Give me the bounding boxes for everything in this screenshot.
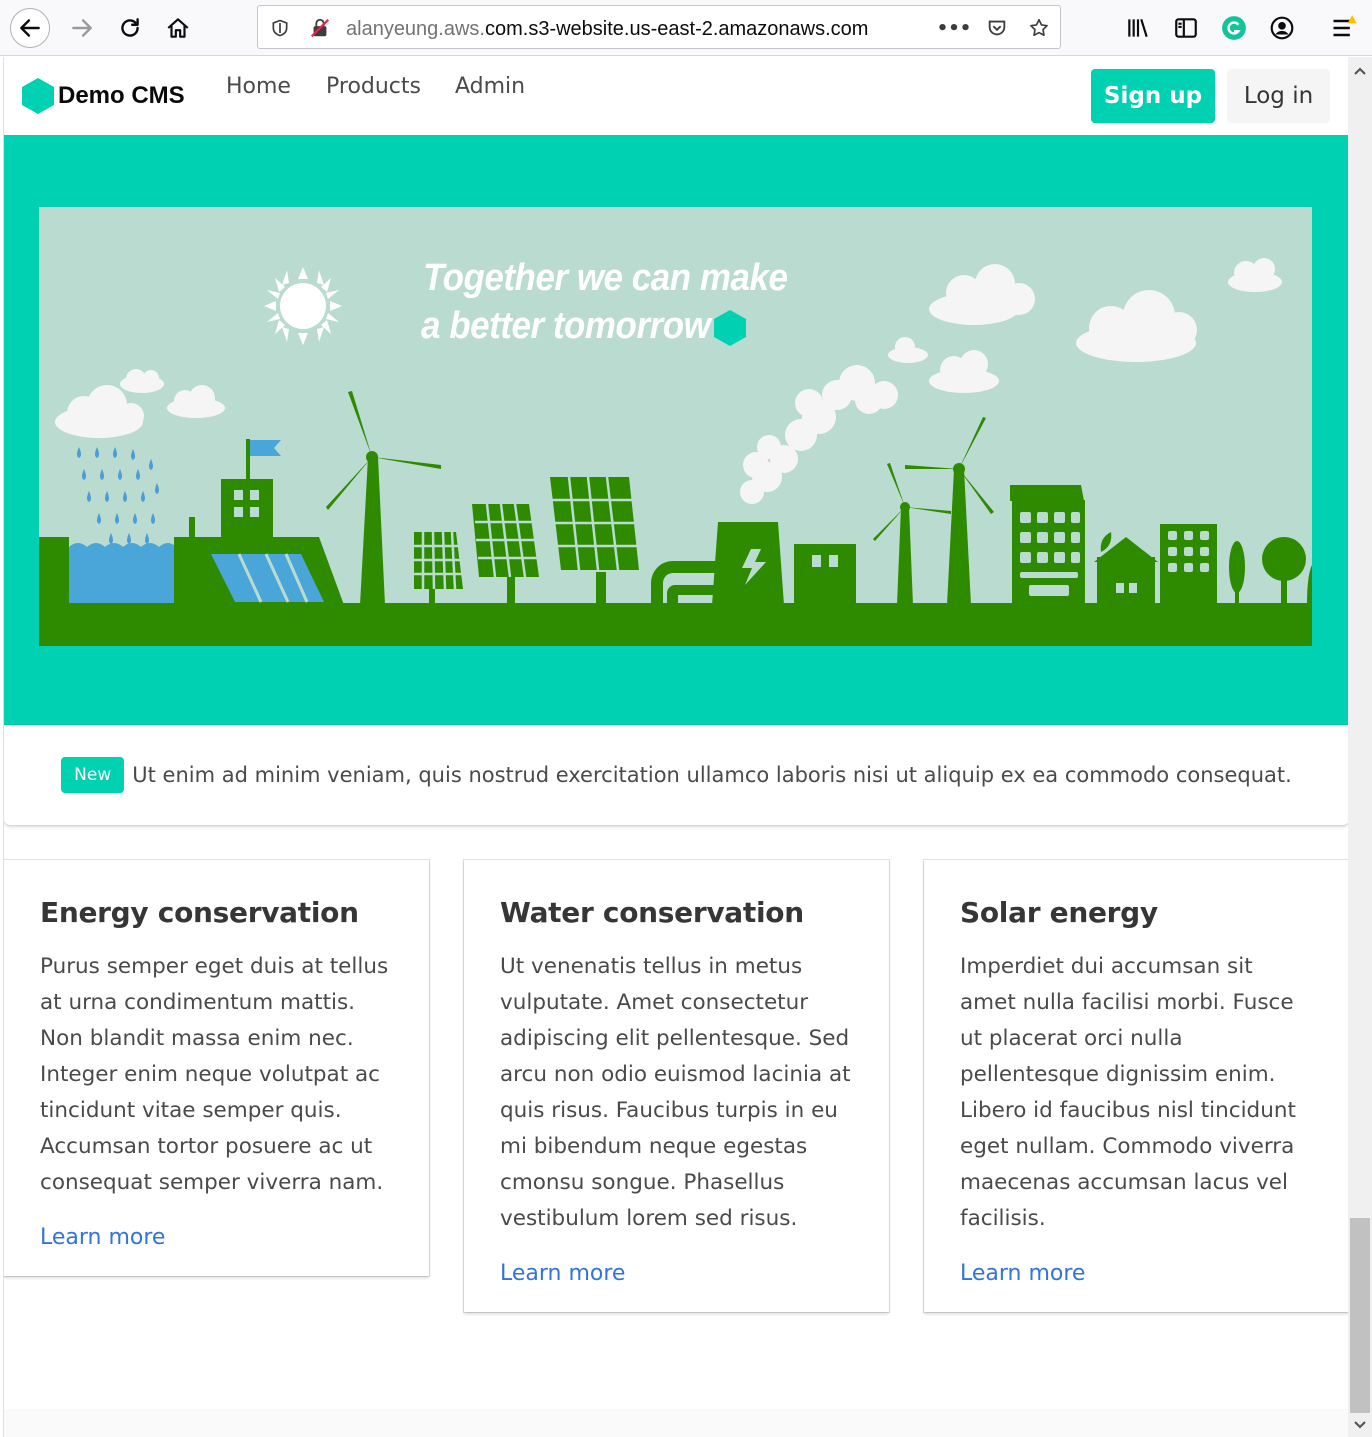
home-icon <box>167 18 189 38</box>
menu-button[interactable] <box>1324 8 1364 48</box>
home-button[interactable] <box>158 8 198 48</box>
learn-more-link[interactable]: Learn more <box>960 1261 1313 1286</box>
nav-link-home[interactable]: Home <box>226 74 291 99</box>
hamburger-icon <box>1333 15 1357 37</box>
back-button[interactable] <box>10 8 50 48</box>
learn-more-link[interactable]: Learn more <box>500 1261 853 1286</box>
pocket-icon[interactable] <box>985 16 1009 40</box>
grammarly-button[interactable] <box>1214 8 1254 48</box>
url-text[interactable]: alanyeung.aws.com.s3-website.us-east-2.a… <box>346 18 868 41</box>
sidebar-icon <box>1175 18 1197 38</box>
reload-button[interactable] <box>110 8 150 48</box>
notice-bar: New Ut enim ad minim veniam, quis nostru… <box>4 725 1348 825</box>
footer-strip <box>4 1409 1348 1437</box>
sun-icon <box>264 267 342 345</box>
nav-link-admin[interactable]: Admin <box>455 74 525 99</box>
hero-title-line2: a better tomorrow <box>421 305 711 347</box>
forward-button[interactable] <box>62 8 102 48</box>
card-solar: Solar energy Imperdiet dui accumsan sit … <box>924 860 1348 1312</box>
nav-link-products[interactable]: Products <box>326 74 421 99</box>
arrow-left-icon <box>20 19 40 37</box>
grammarly-icon <box>1222 16 1246 40</box>
account-icon <box>1270 16 1294 40</box>
scroll-up-icon[interactable] <box>1353 65 1367 77</box>
notice-text: Ut enim ad minim veniam, quis nostrud ex… <box>132 763 1292 787</box>
card-water: Water conservation Ut venenatis tellus i… <box>464 860 889 1312</box>
card-energy: Energy conservation Purus semper eget du… <box>4 860 429 1276</box>
url-domain: com.s3-website.us-east-2.amazonaws.com <box>484 18 869 40</box>
brand-name: Demo CMS <box>58 82 185 109</box>
navbar: Demo CMS Home Products Admin Sign up Log… <box>4 57 1348 135</box>
shield-icon[interactable] <box>268 16 292 40</box>
card-title: Water conservation <box>500 896 804 929</box>
reload-icon <box>121 18 139 37</box>
login-button[interactable]: Log in <box>1227 69 1330 123</box>
hexagon-logo-icon <box>22 78 54 114</box>
library-icon <box>1128 19 1148 37</box>
account-button[interactable] <box>1262 8 1302 48</box>
bookmark-star-icon[interactable] <box>1027 16 1051 40</box>
new-tag: New <box>61 757 125 793</box>
url-prefix: alanyeung.aws. <box>346 18 485 40</box>
brand[interactable]: Demo CMS <box>20 77 185 115</box>
card-title: Energy conservation <box>40 896 359 929</box>
arrow-right-icon <box>72 19 92 37</box>
hero-section: Together we can make a better tomorrow <box>4 135 1348 725</box>
card-body: Purus semper eget duis at tellus at urna… <box>40 954 389 1195</box>
url-bar[interactable]: alanyeung.aws.com.s3-website.us-east-2.a… <box>257 5 1061 49</box>
insecure-lock-icon[interactable] <box>308 16 332 40</box>
signup-button[interactable]: Sign up <box>1091 69 1215 123</box>
learn-more-link[interactable]: Learn more <box>40 1225 393 1250</box>
browser-toolbar: alanyeung.aws.com.s3-website.us-east-2.a… <box>0 0 1372 56</box>
scrollbar-track[interactable] <box>1350 1218 1370 1413</box>
library-button[interactable] <box>1118 8 1158 48</box>
scroll-down-icon[interactable] <box>1353 1419 1367 1431</box>
page-viewport: Demo CMS Home Products Admin Sign up Log… <box>3 57 1348 1437</box>
card-body: Ut venenatis tellus in metus vulputate. … <box>500 954 851 1231</box>
card-body: Imperdiet dui accumsan sit amet nulla fa… <box>960 954 1296 1231</box>
sidebar-button[interactable] <box>1166 8 1206 48</box>
hero-title-line1: Together we can make <box>423 257 788 299</box>
page-actions-icon[interactable]: ••• <box>937 16 972 40</box>
card-title: Solar energy <box>960 896 1158 929</box>
